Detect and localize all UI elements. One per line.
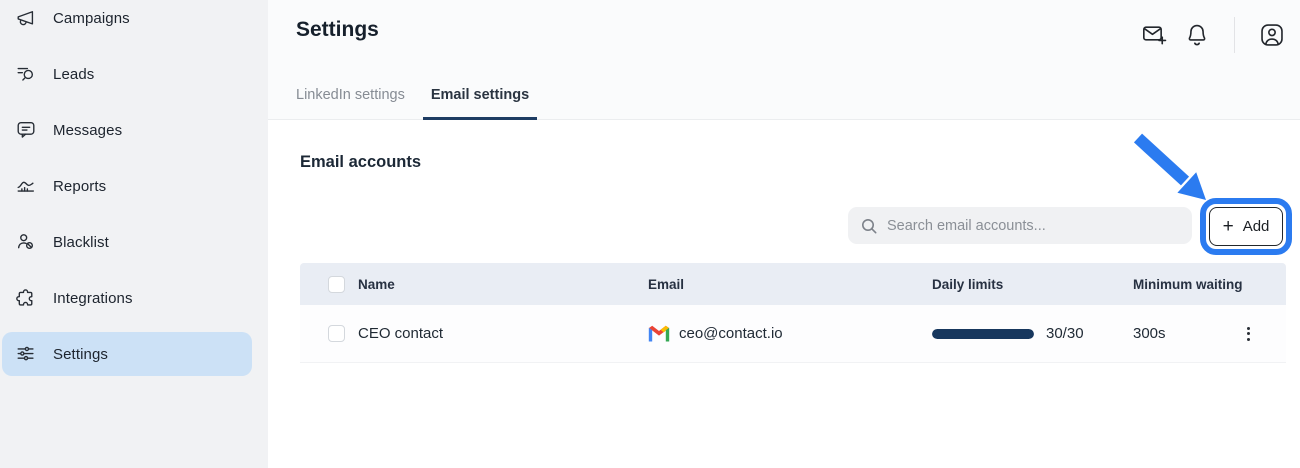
notifications-bell-icon[interactable] <box>1183 21 1211 49</box>
sidebar-item-campaigns[interactable]: Campaigns <box>0 0 268 46</box>
account-email: ceo@contact.io <box>679 325 783 342</box>
daily-limit-progress <box>932 329 1034 339</box>
megaphone-icon <box>14 6 38 30</box>
sidebar-item-blacklist[interactable]: Blacklist <box>0 214 268 270</box>
email-accounts-table: Name Email Daily limits Minimum waiting … <box>300 263 1286 363</box>
page-title: Settings <box>296 18 379 42</box>
sidebar-item-label: Leads <box>53 66 94 83</box>
header-divider <box>1234 17 1235 53</box>
table-header-row: Name Email Daily limits Minimum waiting <box>300 263 1286 305</box>
sidebar-item-label: Reports <box>53 178 106 195</box>
sidebar-item-settings[interactable]: Settings <box>0 326 268 382</box>
daily-limit-progress-fill <box>932 329 1034 339</box>
annotation-highlight-box: + Add <box>1200 198 1292 255</box>
page-header: Settings LinkedIn settings Email setting… <box>268 0 1300 120</box>
daily-limit-value: 30/30 <box>1046 325 1084 342</box>
section-title: Email accounts <box>300 153 421 172</box>
minimum-waiting-value: 300s <box>1133 325 1286 342</box>
account-name: CEO contact <box>358 325 648 342</box>
row-menu-kebab-icon[interactable] <box>1243 323 1254 345</box>
search-input[interactable] <box>887 218 1180 234</box>
row-checkbox[interactable] <box>328 325 345 342</box>
sliders-icon <box>14 342 38 366</box>
profile-icon[interactable] <box>1258 21 1286 49</box>
tab-email-settings[interactable]: Email settings <box>423 74 537 120</box>
sidebar-item-label: Settings <box>53 346 108 363</box>
select-all-checkbox[interactable] <box>328 276 345 293</box>
sidebar-item-label: Campaigns <box>53 10 130 27</box>
add-button-label: Add <box>1243 218 1270 235</box>
sidebar-item-messages[interactable]: Messages <box>0 102 268 158</box>
sidebar-item-reports[interactable]: Reports <box>0 158 268 214</box>
sidebar: Campaigns Leads Messages <box>0 0 268 468</box>
puzzle-icon <box>14 286 38 310</box>
header-actions <box>1140 17 1286 53</box>
search-icon <box>860 217 878 235</box>
chart-icon <box>14 174 38 198</box>
lead-search-icon <box>14 62 38 86</box>
column-header-name: Name <box>358 277 648 292</box>
sidebar-nav: Campaigns Leads Messages <box>0 0 268 382</box>
message-icon <box>14 118 38 142</box>
search-box <box>848 207 1192 244</box>
plus-icon: + <box>1223 217 1234 236</box>
sidebar-item-label: Integrations <box>53 290 133 307</box>
blocked-user-icon <box>14 230 38 254</box>
sidebar-item-leads[interactable]: Leads <box>0 46 268 102</box>
compose-email-icon[interactable] <box>1140 21 1168 49</box>
sidebar-item-label: Messages <box>53 122 122 139</box>
column-header-minimum-waiting: Minimum waiting <box>1133 277 1286 292</box>
column-header-daily-limits: Daily limits <box>932 277 1133 292</box>
tab-linkedin-settings[interactable]: LinkedIn settings <box>296 74 405 120</box>
gmail-icon <box>648 325 670 342</box>
sidebar-item-label: Blacklist <box>53 234 109 251</box>
settings-tabs: LinkedIn settings Email settings <box>296 74 537 120</box>
app-window: Campaigns Leads Messages <box>0 0 1300 468</box>
sidebar-item-integrations[interactable]: Integrations <box>0 270 268 326</box>
add-button[interactable]: + Add <box>1209 207 1283 246</box>
column-header-email: Email <box>648 277 932 292</box>
table-row: CEO contact ceo@contact.io 30/30 300s <box>300 305 1286 363</box>
